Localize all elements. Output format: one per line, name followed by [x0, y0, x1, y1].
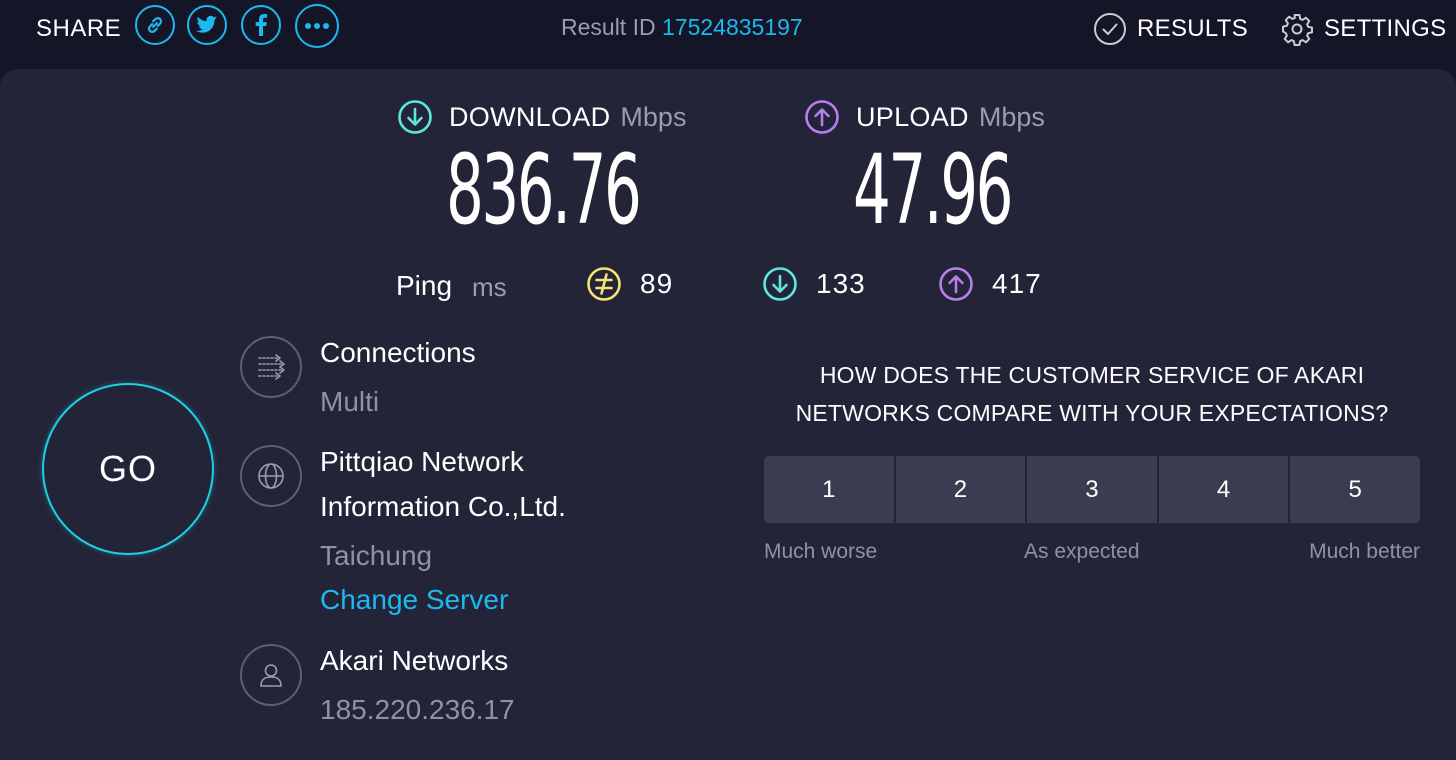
download-header: DOWNLOAD Mbps	[397, 99, 686, 135]
ping-download: 133	[762, 266, 866, 302]
facebook-icon	[255, 14, 267, 36]
ping-upload-value: 417	[992, 268, 1042, 299]
rating-option-3[interactable]: 3	[1027, 456, 1157, 523]
server-name-line1: Pittqiao Network	[320, 446, 524, 477]
user-icon	[260, 664, 282, 687]
results-label: RESULTS	[1137, 15, 1249, 42]
link-icon	[147, 17, 163, 33]
results-button[interactable]: RESULTS	[1093, 12, 1248, 46]
ping-unit: ms	[472, 272, 507, 302]
ping-label: Ping	[396, 270, 453, 301]
change-server-link[interactable]: Change Server	[320, 584, 508, 616]
upload-arrow-icon	[805, 100, 839, 134]
provider-name: Akari Networks	[320, 645, 509, 676]
rating-scale: 1 2 3 4 5	[764, 456, 1420, 523]
gear-icon	[1282, 14, 1313, 46]
ping-idle: 89	[586, 266, 673, 302]
top-bar: SHARE Result ID 17524835197 RESULTS SETT…	[0, 0, 1456, 62]
scale-low-label: Much worse	[764, 540, 878, 563]
globe-icon	[258, 463, 284, 489]
server-name-line2: Information Co.,Ltd.	[320, 491, 566, 522]
go-button[interactable]: GO	[42, 383, 214, 555]
connections-icon	[258, 354, 285, 380]
upload-label: UPLOAD	[856, 101, 969, 132]
ping-upload: 417	[938, 266, 1042, 302]
survey-question: HOW DOES THE CUSTOMER SERVICE OF AKARI N…	[764, 356, 1420, 432]
upload-value: 47.96	[853, 134, 1013, 246]
ping-upload-icon	[939, 267, 973, 301]
connections-title: Connections	[320, 337, 476, 368]
result-id: Result ID 17524835197	[561, 14, 803, 41]
connections-value: Multi	[320, 386, 380, 417]
download-arrow-icon	[398, 100, 432, 134]
upload-header: UPLOAD Mbps	[804, 99, 1045, 135]
rating-option-4[interactable]: 4	[1158, 456, 1289, 523]
share-label: SHARE	[36, 15, 122, 42]
scale-mid-label: As expected	[1024, 540, 1140, 563]
result-id-label: Result ID	[561, 14, 656, 40]
provider-icon-badge	[240, 644, 302, 706]
server-icon-badge	[240, 445, 302, 507]
go-label: GO	[98, 448, 157, 489]
ping-idle-value: 89	[640, 268, 674, 299]
connections-icon-badge	[240, 336, 302, 398]
download-value: 836.76	[446, 134, 642, 246]
download-unit: Mbps	[620, 101, 687, 132]
survey-question-line1: HOW DOES THE CUSTOMER SERVICE OF AKARI	[819, 362, 1365, 388]
ping-download-value: 133	[816, 268, 866, 299]
survey-question-line2: NETWORKS COMPARE WITH YOUR EXPECTATIONS?	[795, 400, 1389, 426]
server-location: Taichung	[320, 540, 433, 571]
rating-option-1[interactable]: 1	[764, 456, 894, 523]
settings-label: SETTINGS	[1324, 15, 1447, 42]
download-label: DOWNLOAD	[449, 101, 611, 132]
share-more-button[interactable]	[295, 4, 339, 48]
result-id-link[interactable]: 17524835197	[662, 14, 803, 40]
share-link-button[interactable]	[135, 5, 175, 45]
rating-option-2[interactable]: 2	[895, 456, 1026, 523]
upload-unit: Mbps	[978, 101, 1045, 132]
share-facebook-button[interactable]	[241, 5, 281, 45]
ping-idle-icon	[587, 267, 621, 301]
twitter-icon	[196, 15, 218, 33]
scale-high-label: Much better	[1309, 540, 1420, 563]
settings-button[interactable]: SETTINGS	[1280, 12, 1446, 46]
ping-download-icon	[763, 267, 797, 301]
more-icon	[305, 23, 329, 29]
rating-option-5[interactable]: 5	[1290, 456, 1420, 523]
check-circle-icon	[1094, 13, 1126, 45]
share-twitter-button[interactable]	[187, 5, 227, 45]
provider-ip: 185.220.236.17	[320, 694, 515, 725]
